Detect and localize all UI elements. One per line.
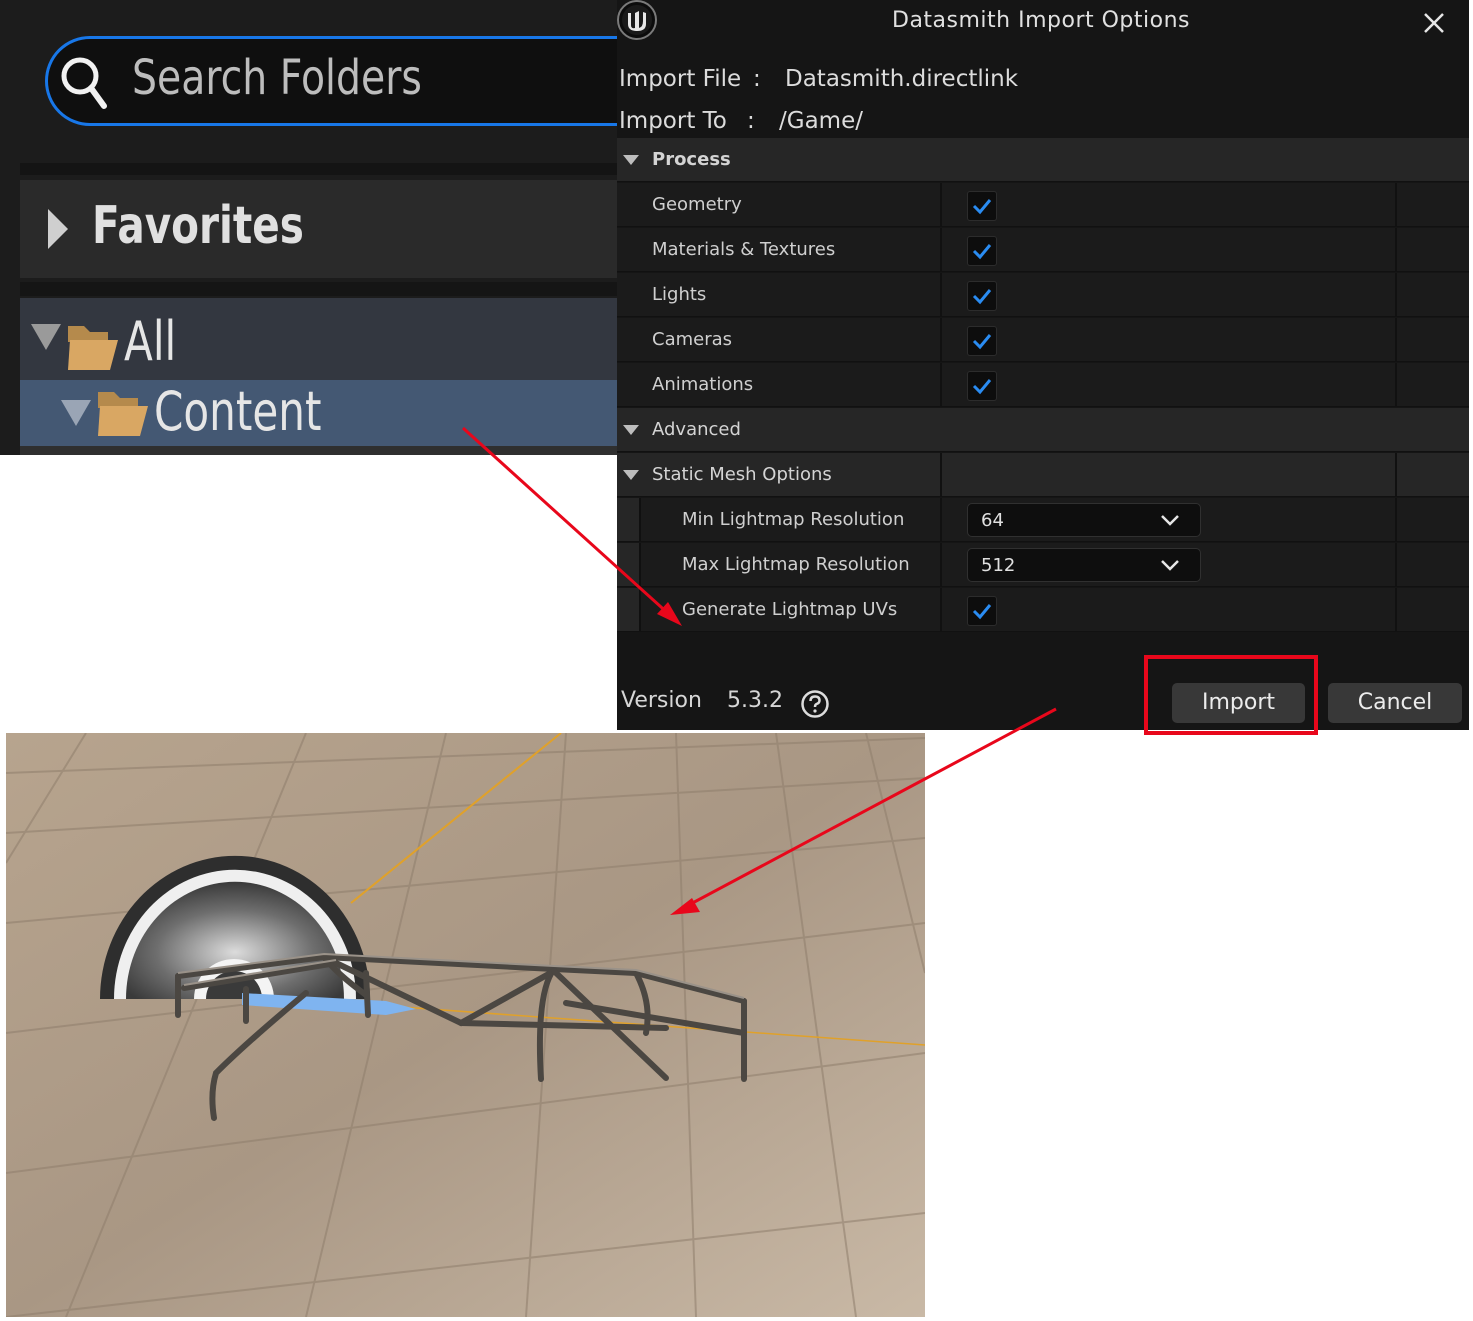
option-label: Geometry [652,194,742,215]
option-materials-textures: Materials & Textures [617,228,1469,272]
panel-divider [20,282,617,296]
column-divider [1395,453,1397,496]
option-geometry: Geometry [617,183,1469,227]
max-lightmap-dropdown[interactable]: 512 [967,548,1201,582]
import-to-separator: : [747,108,755,134]
materials-checkbox[interactable] [967,236,997,266]
section-process[interactable]: Process [617,138,1469,182]
caret-right-icon[interactable] [46,207,70,251]
chevron-down-icon [1161,515,1179,526]
indent-guide [617,498,639,541]
indent-guide [617,543,639,586]
close-icon[interactable] [1417,6,1451,40]
option-label: Generate Lightmap UVs [682,599,898,620]
caret-down-icon[interactable] [623,155,639,165]
column-divider [1395,273,1397,316]
section-label: Process [652,149,731,170]
dialog-title: Datasmith Import Options [892,8,1190,33]
search-icon [61,57,107,109]
column-divider [940,498,942,541]
tree-item-label: All [124,310,177,373]
caret-down-icon[interactable] [60,398,92,428]
column-divider [1395,588,1397,631]
tree-item-partial [20,446,617,455]
option-label: Min Lightmap Resolution [682,509,905,530]
import-to-value: /Game/ [779,108,863,134]
chevron-down-icon [1161,560,1179,571]
column-divider [1395,543,1397,586]
column-divider [1395,498,1397,541]
column-divider [940,273,942,316]
caret-down-icon[interactable] [623,425,639,435]
animations-checkbox[interactable] [967,371,997,401]
favorites-label: Favorites [92,196,304,256]
import-file-label: Import File [619,66,742,92]
cancel-button[interactable]: Cancel [1328,683,1462,723]
column-divider [940,183,942,226]
column-divider [940,588,942,631]
indent-guide [639,498,641,541]
indent-guide [639,588,641,631]
import-highlight-box [1144,655,1318,735]
column-divider [940,228,942,271]
checkmark-icon [972,334,992,350]
checkmark-icon [972,289,992,305]
option-min-lightmap-resolution: Min Lightmap Resolution 64 [617,498,1469,542]
checkmark-icon [972,199,992,215]
column-divider [940,318,942,361]
section-static-mesh-options[interactable]: Static Mesh Options [617,453,1469,497]
column-divider [1395,183,1397,226]
dropdown-value: 64 [981,510,1004,531]
search-input[interactable] [132,46,526,110]
option-label: Lights [652,284,707,305]
option-lights: Lights [617,273,1469,317]
min-lightmap-dropdown[interactable]: 64 [967,503,1201,537]
import-to-label: Import To [619,108,727,134]
panel-divider [20,163,617,175]
checkmark-icon [972,604,992,620]
column-divider [940,543,942,586]
import-to-row: Import To : /Game/ [619,108,863,134]
import-file-value: Datasmith.directlink [785,66,1019,92]
column-divider [940,363,942,406]
datasmith-import-dialog: Datasmith Import Options Import File : D… [617,0,1469,735]
geometry-checkbox[interactable] [967,191,997,221]
column-divider [1395,228,1397,271]
section-label: Advanced [652,419,741,440]
viewport-3d[interactable] [6,733,925,1317]
import-file-separator: : [753,66,761,92]
generate-lightmap-uvs-checkbox[interactable] [967,596,997,626]
option-label: Max Lightmap Resolution [682,554,910,575]
section-label: Static Mesh Options [652,464,832,485]
tree-item-label: Content [154,380,322,443]
checkmark-icon [972,244,992,260]
folder-panel: Favorites All Content [0,0,617,455]
option-max-lightmap-resolution: Max Lightmap Resolution 512 [617,543,1469,587]
folder-icon [98,392,148,436]
option-animations: Animations [617,363,1469,407]
lights-checkbox[interactable] [967,281,997,311]
unreal-logo-icon [617,0,657,40]
option-label: Animations [652,374,754,395]
caret-down-icon[interactable] [30,322,62,352]
column-divider [940,453,942,496]
column-divider [1395,318,1397,361]
import-file-row: Import File : Datasmith.directlink [619,66,1018,92]
option-cameras: Cameras [617,318,1469,362]
folder-icon [68,326,118,370]
column-divider [1395,363,1397,406]
indent-guide [639,543,641,586]
version-label: Version [621,688,702,713]
cameras-checkbox[interactable] [967,326,997,356]
help-icon[interactable] [800,689,830,719]
option-generate-lightmap-uvs: Generate Lightmap UVs [617,588,1469,632]
option-label: Materials & Textures [652,239,836,260]
caret-down-icon[interactable] [623,470,639,480]
version-value: 5.3.2 [727,688,783,713]
dropdown-value: 512 [981,555,1016,576]
option-label: Cameras [652,329,733,350]
indent-guide [617,588,639,631]
section-advanced[interactable]: Advanced [617,408,1469,452]
checkmark-icon [972,379,992,395]
